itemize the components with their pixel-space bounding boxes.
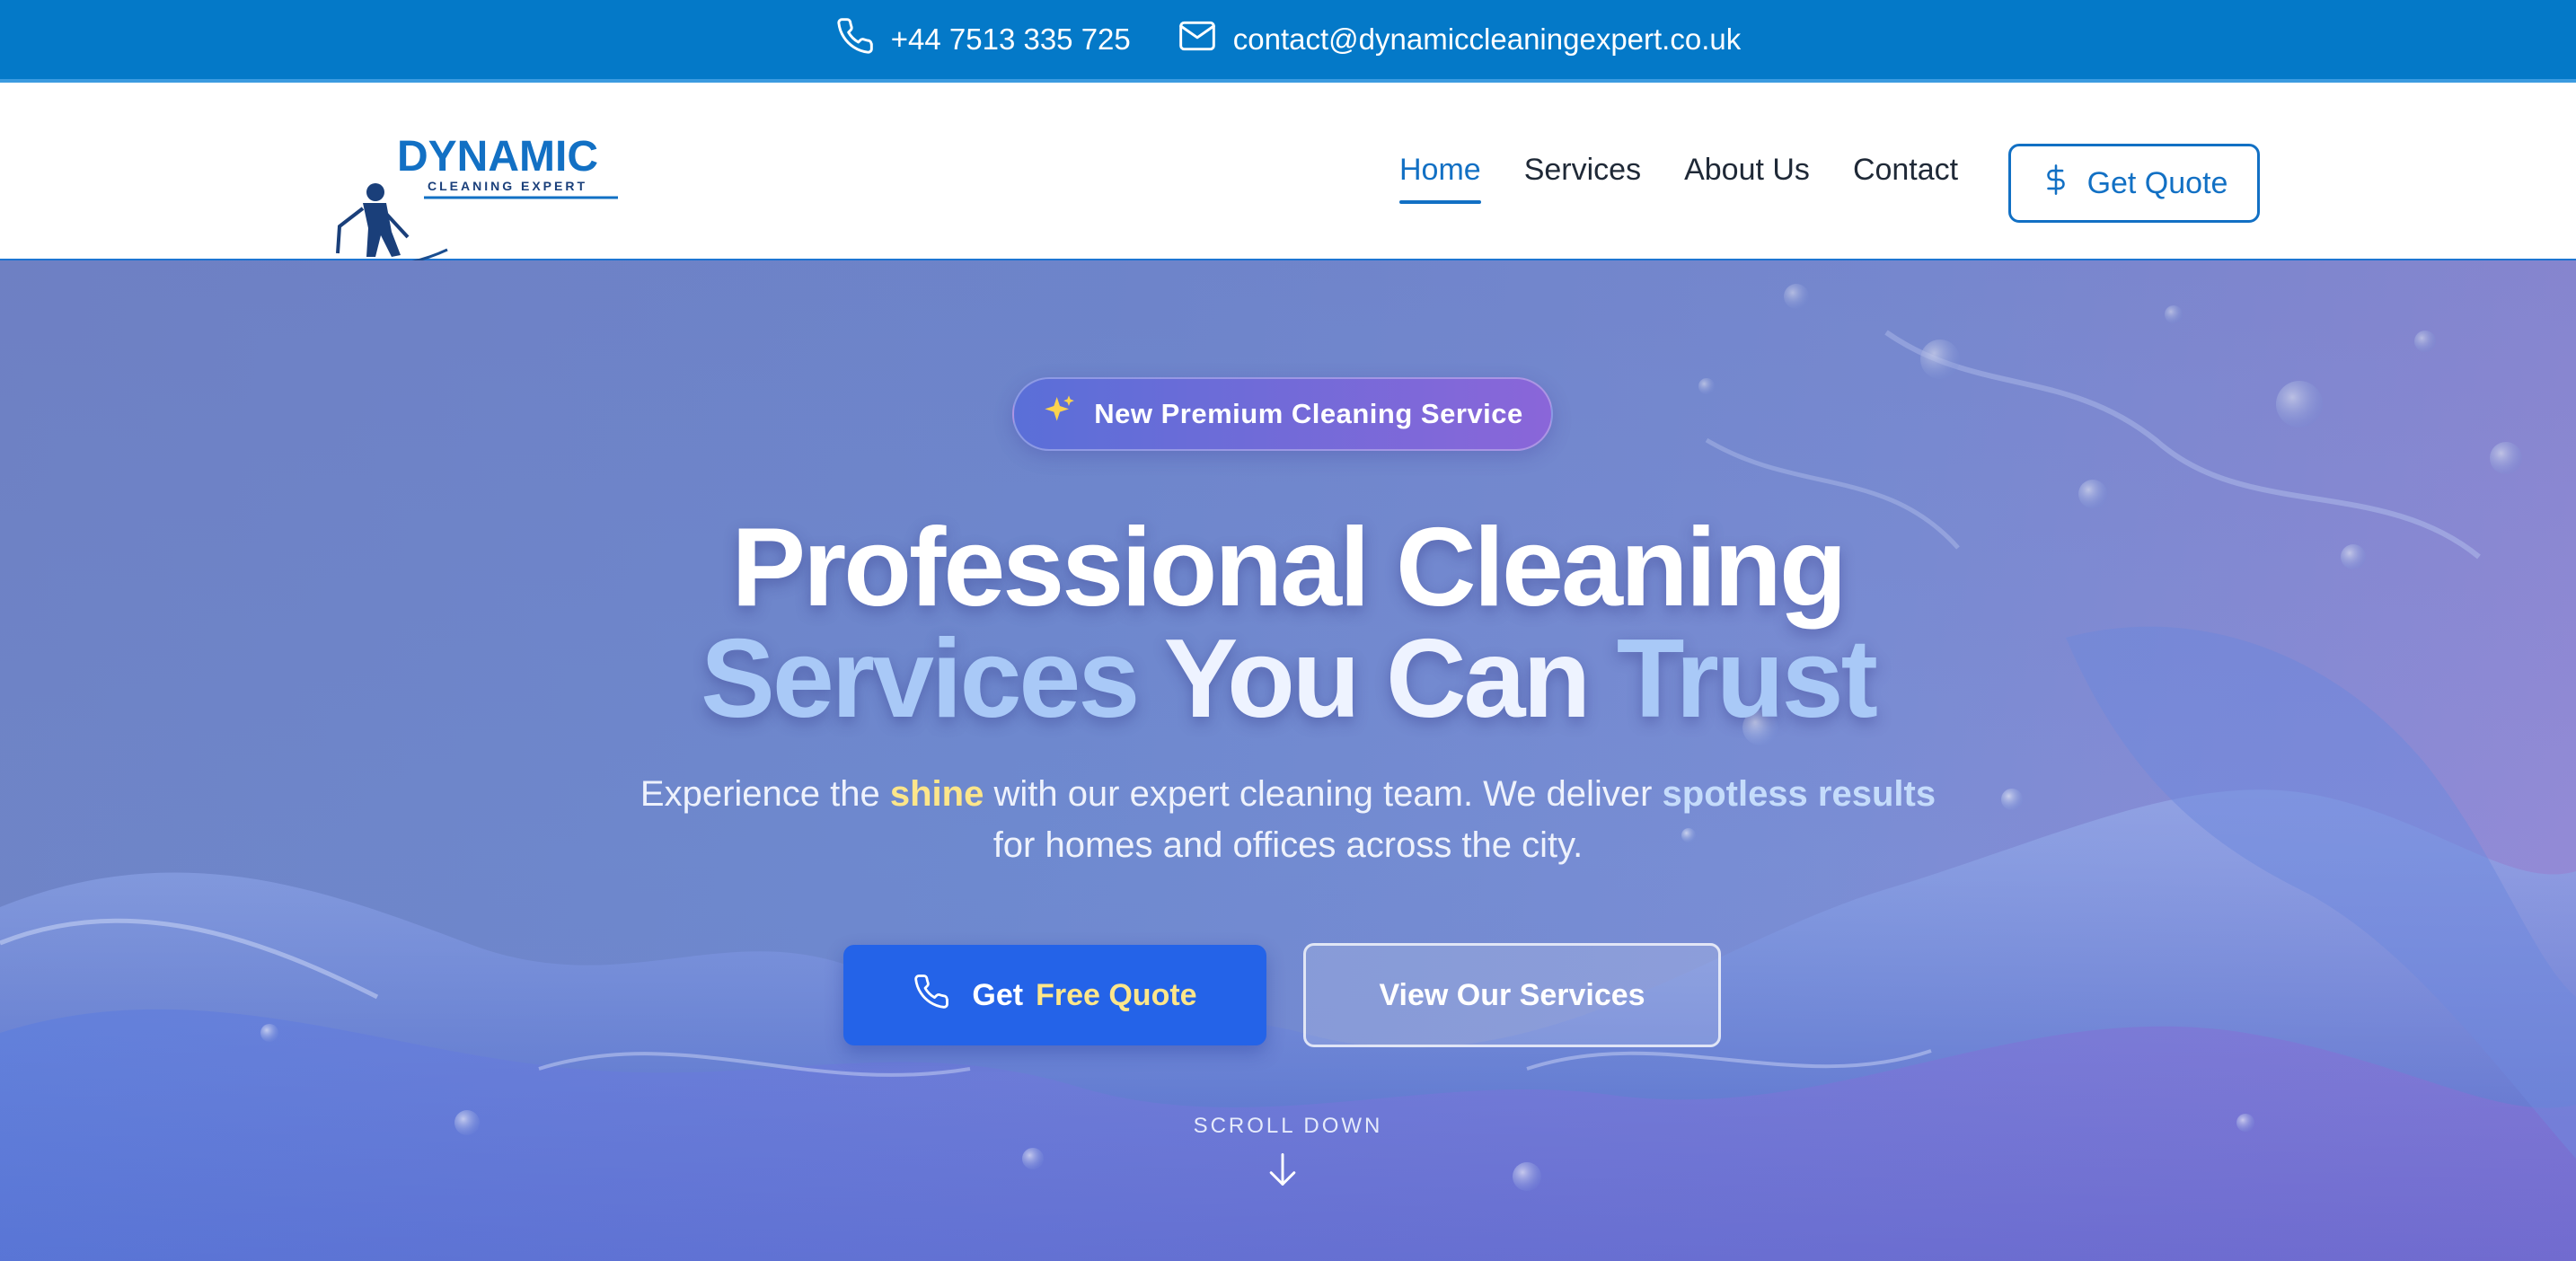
contact-bar: +44 7513 335 725 contact@dynamiccleaning… (0, 0, 2576, 83)
get-quote-button[interactable]: Get Quote (2008, 144, 2260, 223)
hero-title-line1: Professional Cleaning (731, 506, 1847, 630)
subtitle-highlight-spotless: spotless results (1662, 774, 1936, 814)
nav-contact[interactable]: Contact (1853, 153, 1958, 193)
phone-icon (913, 973, 959, 1018)
new-service-badge: New Premium Cleaning Service (1012, 377, 1553, 451)
scroll-down-label[interactable]: SCROLL DOWN (0, 1114, 2576, 1139)
email-address: contact@dynamiccleaningexpert.co.uk (1232, 22, 1742, 56)
hero-title-line2: Services You Can Trust (0, 623, 2576, 735)
view-services-label: View Our Services (1379, 977, 1645, 1012)
hero-title-you-can: You Can (1163, 617, 1592, 741)
mail-icon (1178, 16, 1217, 63)
nav-services[interactable]: Services (1524, 153, 1641, 193)
logo-name: DYNAMIC (397, 133, 598, 181)
nav-about-us[interactable]: About Us (1684, 153, 1810, 193)
logo-tagline: CLEANING EXPERT (428, 179, 587, 193)
get-label: Get (972, 977, 1024, 1012)
arrow-down-icon[interactable] (1263, 1150, 1302, 1189)
nav-home[interactable]: Home (1399, 153, 1481, 204)
main-nav: Home Services About Us Contact (1399, 144, 2001, 204)
hero-subtitle: Experience the shine with our expert cle… (0, 769, 2576, 871)
get-free-quote-button[interactable]: Get Free Quote (843, 945, 1266, 1045)
badge-label: New Premium Cleaning Service (1094, 398, 1523, 429)
phone-contact[interactable]: +44 7513 335 725 (835, 16, 1131, 63)
hero-title-services: Services (701, 617, 1140, 741)
dollar-icon (2041, 162, 2071, 206)
subtitle-text-1: Experience the (640, 774, 890, 814)
subtitle-highlight-shine: shine (889, 774, 984, 814)
email-contact[interactable]: contact@dynamiccleaningexpert.co.uk (1178, 16, 1741, 63)
phone-icon (835, 16, 875, 63)
phone-number: +44 7513 335 725 (890, 22, 1131, 56)
hero-section: New Premium Cleaning Service Professiona… (0, 260, 2576, 1261)
hero-title: Professional Cleaning Services You Can T… (0, 512, 2576, 735)
subtitle-text-2: with our expert cleaning team. We delive… (984, 774, 1663, 814)
get-quote-label: Get Quote (2086, 165, 2228, 200)
hero-title-trust: Trust (1616, 617, 1878, 741)
free-quote-label: Free Quote (1036, 977, 1197, 1012)
subtitle-text-3: for homes and offices across the city. (992, 825, 1584, 865)
site-header: DYNAMIC CLEANING EXPERT Home Services Ab… (0, 83, 2576, 285)
view-services-button[interactable]: View Our Services (1303, 943, 1721, 1047)
sparkles-icon (1042, 392, 1078, 436)
